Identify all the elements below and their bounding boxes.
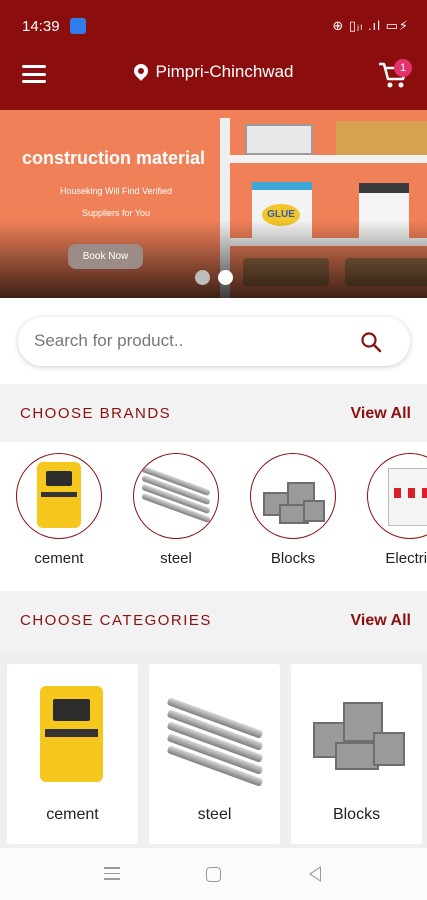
electric-switchboard-icon — [367, 453, 427, 539]
brand-item[interactable]: cement — [14, 453, 104, 567]
cement-bag-icon — [16, 453, 102, 539]
brand-label: steel — [160, 550, 192, 567]
box-illustration — [245, 124, 313, 155]
location-pin-icon — [130, 61, 151, 81]
app-screen: 14:39 ⊕ ▯ᵢₗ .ıl ▭⚡ Pimpri-Chinchwad 1 GL… — [0, 0, 427, 900]
back-icon[interactable] — [309, 866, 321, 882]
home-icon[interactable] — [206, 867, 221, 882]
brands-carousel[interactable]: cement steel Blocks Electri — [0, 442, 427, 591]
carousel-dot[interactable] — [195, 270, 210, 285]
system-navigation-bar — [0, 848, 427, 900]
brand-label: Blocks — [270, 550, 316, 567]
category-label: Blocks — [332, 806, 381, 823]
brand-item[interactable]: Electric — [365, 453, 427, 567]
brand-label: Electric — [385, 550, 427, 567]
brand-item[interactable]: steel — [131, 453, 221, 567]
search-bar[interactable] — [18, 317, 410, 366]
status-bar: 14:39 ⊕ ▯ᵢₗ .ıl ▭⚡ — [0, 0, 427, 52]
categories-section-title: CHOOSE CATEGORIES — [20, 612, 212, 629]
category-label: cement — [46, 806, 99, 823]
wood-plank-illustration — [336, 121, 427, 155]
categories-section-header: CHOOSE CATEGORIES View All — [0, 591, 427, 649]
carousel-dot-active[interactable] — [218, 270, 233, 285]
location-label: Pimpri-Chinchwad — [155, 62, 294, 81]
brands-section-title: CHOOSE BRANDS — [20, 405, 172, 422]
categories-view-all-link[interactable]: View All — [351, 612, 411, 630]
brands-section-header: CHOOSE BRANDS View All — [0, 384, 427, 442]
app-header: Pimpri-Chinchwad 1 — [0, 52, 427, 110]
recent-apps-icon[interactable] — [104, 867, 120, 881]
category-label: steel — [197, 806, 232, 823]
banner-shade — [0, 220, 427, 298]
banner-subtitle: Suppliers for You — [81, 208, 151, 218]
status-time: 14:39 — [22, 18, 60, 35]
location-selector[interactable]: Pimpri-Chinchwad — [0, 61, 427, 82]
search-input[interactable] — [34, 331, 344, 351]
search-icon[interactable] — [360, 331, 382, 353]
brand-item[interactable]: Blocks — [248, 453, 338, 567]
category-card[interactable]: steel — [149, 664, 280, 844]
cart-button[interactable]: 1 — [377, 59, 412, 90]
category-card[interactable]: cement — [7, 664, 138, 844]
bluetooth-icon — [70, 18, 86, 34]
banner-title: construction material — [22, 148, 206, 168]
category-card[interactable]: Blocks — [291, 664, 422, 844]
steel-rebar-icon — [133, 453, 219, 539]
cart-count-badge: 1 — [394, 59, 412, 77]
banner-subtitle: Houseking Will Find Verified — [59, 186, 173, 196]
shelf-board — [230, 155, 427, 163]
status-icons: ⊕ ▯ᵢₗ .ıl ▭⚡ — [332, 18, 409, 33]
book-now-button[interactable]: Book Now — [68, 244, 143, 269]
concrete-blocks-icon — [250, 453, 336, 539]
brand-label: cement — [34, 550, 84, 567]
brands-view-all-link[interactable]: View All — [351, 405, 411, 423]
